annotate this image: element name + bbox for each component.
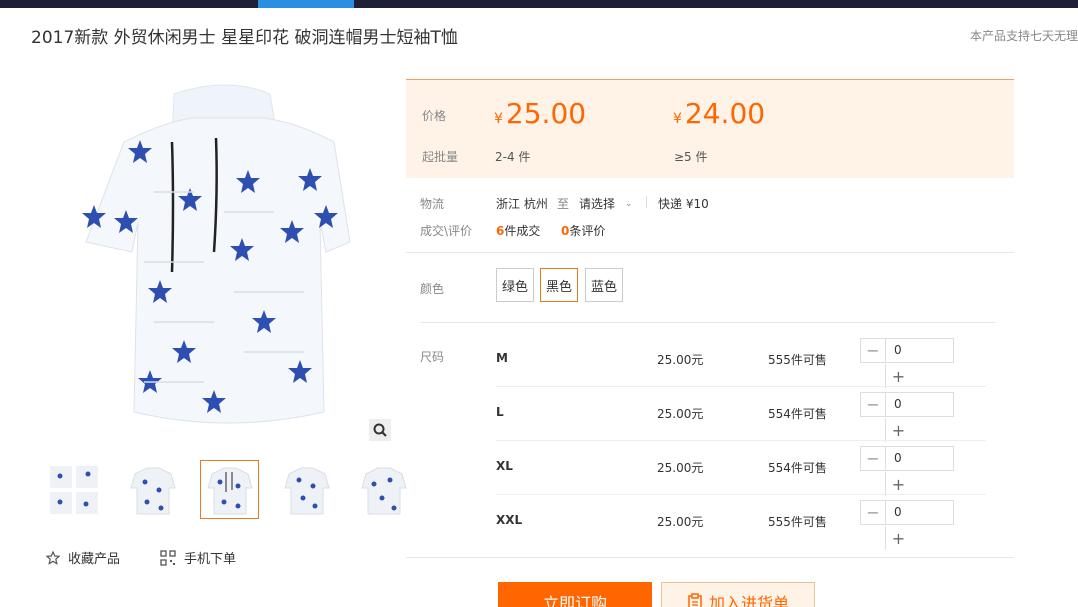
price-tier-1: ¥25.00 (494, 97, 587, 130)
deals-label: 成交\评价 (420, 224, 473, 238)
size-price: 25.00元 (657, 515, 704, 529)
price-label: 价格 (422, 109, 447, 123)
logistics-from: 浙江 杭州 (496, 197, 548, 211)
top-nav-bar (0, 0, 1078, 8)
size-row-m: M 25.00元 555件可售 − 0 + (496, 333, 986, 388)
mobile-order-label: 手机下单 (184, 552, 237, 567)
logistics-to-word: 至 (557, 197, 570, 211)
thumbnail-strip (46, 460, 431, 519)
size-stock: 554件可售 (768, 407, 827, 421)
thumbnail-2[interactable] (123, 460, 182, 519)
chevron-down-icon: ⌄ (625, 198, 633, 209)
thumbnail-4[interactable] (277, 460, 336, 519)
color-option-blue[interactable]: 蓝色 (585, 268, 623, 302)
color-option-green[interactable]: 绿色 (496, 268, 534, 302)
logistics-label: 物流 (420, 197, 445, 211)
quantity-input[interactable]: 0 (885, 392, 954, 417)
clipboard-icon (687, 593, 703, 607)
size-name: L (496, 405, 504, 419)
size-stock: 554件可售 (768, 461, 827, 475)
decrement-button[interactable]: − (860, 500, 886, 525)
increment-button[interactable]: + (885, 472, 911, 496)
color-option-black[interactable]: 黑色 (540, 268, 578, 302)
quantity-input[interactable]: 0 (885, 446, 954, 471)
size-row-xl: XL 25.00元 554件可售 − 0 + (496, 441, 986, 496)
main-product-image[interactable] (64, 82, 392, 442)
star-outline-icon (46, 550, 60, 565)
thumbnail-5[interactable] (354, 460, 413, 519)
shipping-fee: 快递 ¥10 (658, 197, 709, 211)
thumbnail-3-selected[interactable] (200, 460, 259, 519)
size-name: XL (496, 459, 513, 473)
size-price: 25.00元 (657, 407, 704, 421)
size-name: XXL (496, 513, 523, 527)
divider (420, 322, 996, 323)
qr-code-icon (160, 549, 176, 566)
moq-tier-2: ≥5 件 (674, 150, 708, 164)
size-price: 25.00元 (657, 353, 704, 367)
size-stock: 555件可售 (768, 353, 827, 367)
size-stock: 555件可售 (768, 515, 827, 529)
price-tier-2: ¥24.00 (673, 97, 766, 130)
divider (646, 196, 647, 208)
thumbnail-1[interactable] (46, 460, 105, 519)
size-row-l: L 25.00元 554件可售 − 0 + (496, 387, 986, 442)
increment-button[interactable]: + (885, 526, 911, 550)
support-note: 本产品支持七天无理 (969, 29, 1078, 43)
decrement-button[interactable]: − (860, 446, 886, 471)
size-name: M (496, 351, 508, 365)
buy-now-button[interactable]: 立即订购 (498, 582, 652, 607)
favorite-label: 收藏产品 (68, 552, 121, 567)
decrement-button[interactable]: − (860, 392, 886, 417)
top-nav-active-tab[interactable] (258, 0, 354, 8)
divider (406, 557, 1014, 558)
quantity-input[interactable]: 0 (885, 500, 954, 525)
reviews-count[interactable]: 0条评价 (561, 222, 605, 239)
size-price: 25.00元 (657, 461, 704, 475)
quantity-input[interactable]: 0 (885, 338, 954, 363)
product-title: 2017新款 外贸休闲男士 星星印花 破洞连帽男士短袖T恤 (31, 28, 458, 48)
increment-button[interactable]: + (885, 364, 911, 388)
orders-count: 6件成交 (496, 224, 541, 238)
size-row-xxl: XXL 25.00元 555件可售 − 0 + (496, 495, 986, 550)
moq-tier-1: 2-4 件 (495, 150, 531, 164)
decrement-button[interactable]: − (860, 338, 886, 363)
mobile-order-button[interactable]: 手机下单 (160, 548, 236, 567)
left-actions: 收藏产品 手机下单 (46, 548, 276, 567)
color-label: 颜色 (420, 282, 445, 296)
price-panel: 价格 ¥25.00 ¥24.00 起批量 2-4 件 ≥5 件 (406, 79, 1014, 178)
shirt-image (82, 84, 351, 424)
divider (406, 252, 1014, 253)
favorite-button[interactable]: 收藏产品 (46, 548, 120, 567)
size-label: 尺码 (420, 350, 445, 364)
increment-button[interactable]: + (885, 418, 911, 442)
destination-select[interactable]: 请选择 ⌄ (579, 195, 633, 212)
add-to-list-button[interactable]: 加入进货单 (661, 582, 815, 607)
moq-label: 起批量 (422, 150, 459, 164)
zoom-icon[interactable] (369, 419, 391, 441)
